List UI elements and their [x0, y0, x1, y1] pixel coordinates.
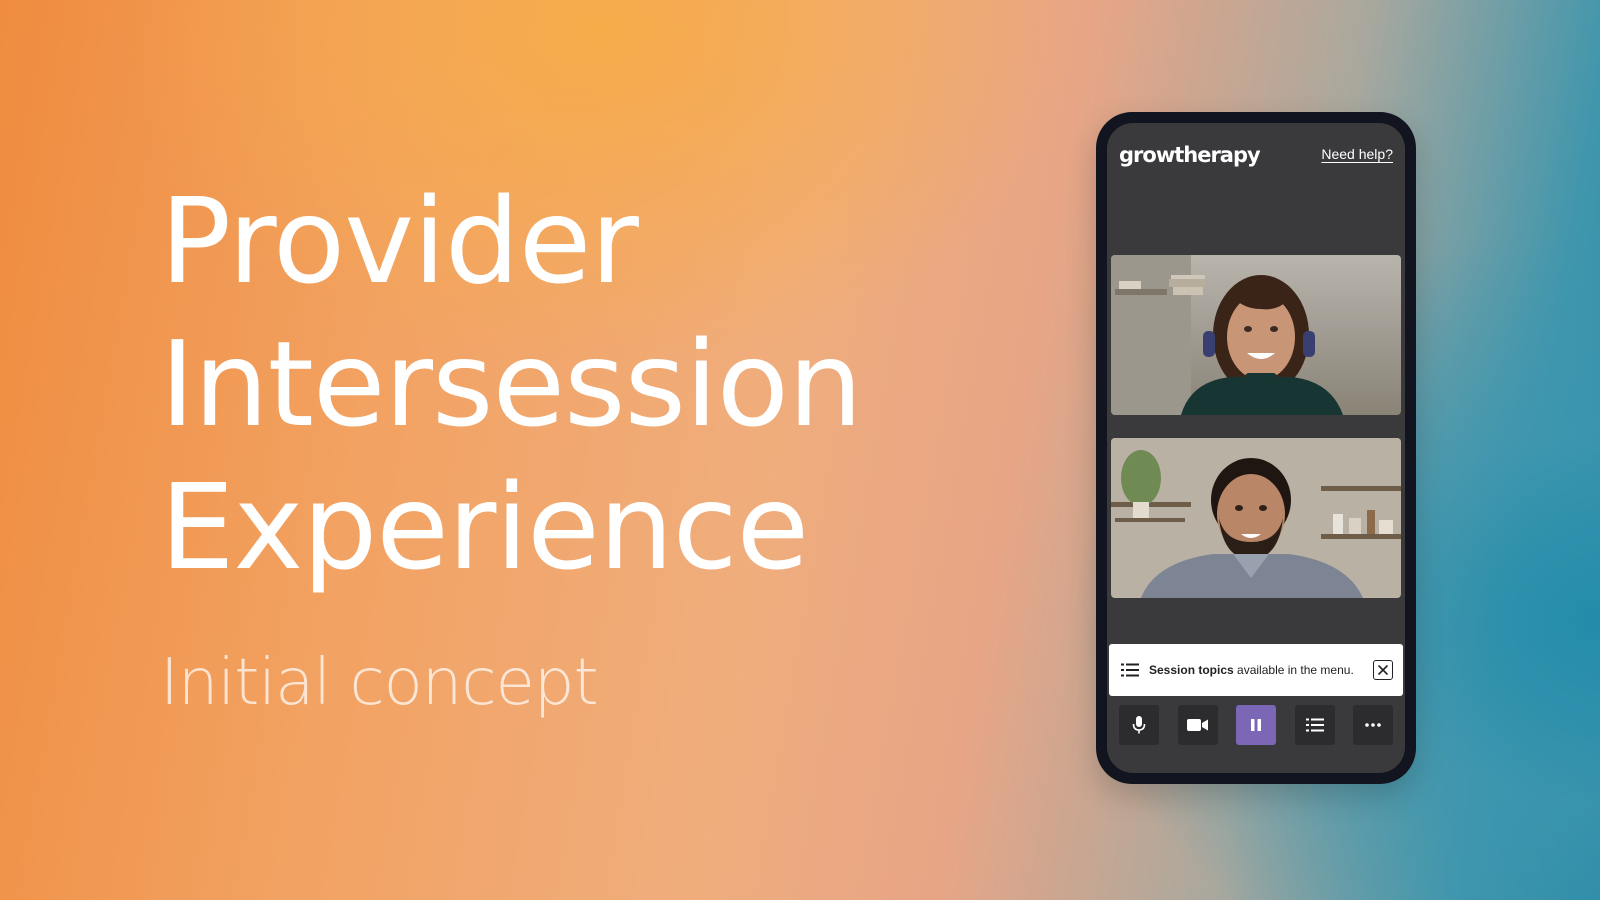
slide-title: Provider Intersession Experience: [160, 170, 863, 599]
microphone-button[interactable]: [1119, 705, 1159, 745]
pause-icon: [1251, 719, 1261, 731]
help-link[interactable]: Need help?: [1321, 146, 1393, 162]
more-options-button[interactable]: [1353, 705, 1393, 745]
close-icon: [1378, 665, 1388, 675]
camera-button[interactable]: [1177, 705, 1218, 745]
list-icon: [1305, 718, 1324, 732]
toast-close-button[interactable]: [1373, 660, 1393, 680]
slide-subtitle: Initial concept: [160, 646, 599, 720]
phone-screen: growtherapy Need help? Session topics av…: [1107, 123, 1405, 773]
participant-video-provider: [1111, 255, 1401, 415]
call-controls: [1107, 705, 1405, 747]
title-line: Intersession: [160, 315, 863, 453]
list-icon: [1121, 663, 1139, 677]
more-icon: [1365, 723, 1381, 727]
toast-message: Session topics available in the menu.: [1149, 663, 1373, 677]
phone-mockup: growtherapy Need help? Session topics av…: [1096, 112, 1416, 784]
microphone-icon: [1132, 716, 1146, 734]
toast-message-text: available in the menu.: [1233, 663, 1354, 677]
pause-session-button[interactable]: [1236, 705, 1276, 745]
title-line: Experience: [160, 458, 809, 596]
title-line: Provider: [160, 172, 639, 310]
participant-video-client: [1111, 438, 1401, 598]
video-camera-icon: [1186, 719, 1208, 731]
toast-message-bold: Session topics: [1149, 663, 1234, 677]
session-topics-button[interactable]: [1294, 705, 1335, 745]
brand-logo: growtherapy: [1119, 143, 1261, 167]
session-topics-toast: Session topics available in the menu.: [1109, 644, 1403, 696]
